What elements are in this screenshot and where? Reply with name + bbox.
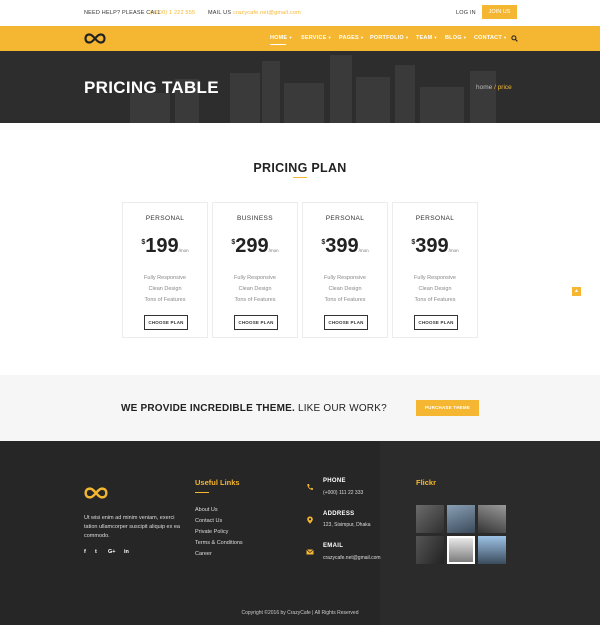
plan-price: $399/mon — [411, 235, 459, 257]
flickr-thumb[interactable] — [478, 536, 506, 564]
plan-feature: Fully Responsive — [414, 275, 456, 281]
plan-feature: Tons of Features — [324, 297, 366, 303]
flickr-thumb[interactable] — [478, 505, 506, 533]
login-link[interactable]: LOG IN — [456, 10, 476, 16]
nav-service[interactable]: SERVICE ▾ — [301, 35, 331, 41]
footer-link-career[interactable]: Career — [195, 551, 212, 557]
pricing-card: PERSONAL $199/mon Fully Responsive Clean… — [122, 202, 208, 338]
flickr-thumb[interactable] — [416, 505, 444, 533]
footer-link-terms[interactable]: Terms & Conditions — [195, 540, 243, 546]
breadcrumb: home / price — [476, 84, 512, 91]
plan-feature: Fully Responsive — [234, 275, 276, 281]
scroll-top-button[interactable]: ▲ — [572, 287, 581, 296]
breadcrumb-current: / price — [494, 84, 512, 91]
plan-name: BUSINESS — [236, 215, 274, 222]
top-bar: NEED HELP? PLEASE CALL (+000) 1 222 555 … — [0, 0, 600, 26]
plan-feature: Clean Design — [328, 286, 362, 292]
plan-price: $199/mon — [141, 235, 189, 257]
main-nav: HOME ▾ SERVICE ▾ PAGES ▾ PORTFOLIO ▾ TEAM ▾ B… — [0, 26, 600, 51]
plan-feature: Fully Responsive — [144, 275, 186, 281]
nav-home[interactable]: HOME ▾ — [270, 35, 292, 45]
address-label: ADDRESS — [323, 511, 355, 517]
plan-feature: Fully Responsive — [324, 275, 366, 281]
plan-feature: Clean Design — [148, 286, 182, 292]
chevron-down-icon: ▾ — [463, 35, 467, 40]
choose-plan-button[interactable]: CHOOSE PLAN — [144, 315, 188, 330]
choose-plan-button[interactable]: CHOOSE PLAN — [414, 315, 458, 330]
email-value[interactable]: crazycafe.net@gmail.com — [323, 555, 381, 561]
keyboard-background — [380, 441, 600, 625]
chevron-up-icon: ▲ — [574, 288, 579, 294]
phone-icon — [307, 484, 313, 490]
chevron-down-icon: ▾ — [503, 35, 507, 40]
search-icon[interactable] — [511, 35, 518, 42]
copyright: Copyright ©2016 by CrazyCafe | All Right… — [241, 610, 359, 616]
plan-feature: Tons of Features — [234, 297, 276, 303]
google-plus-icon[interactable]: G+ — [108, 549, 116, 555]
title-divider — [293, 177, 307, 178]
footer-link-privacy[interactable]: Private Policy — [195, 529, 228, 535]
chevron-down-icon: ▾ — [434, 35, 437, 40]
flickr-thumb[interactable] — [447, 505, 475, 533]
phone-value: (+000) 111 22 333 — [323, 490, 364, 496]
cta-banner: WE PROVIDE INCREDIBLE THEME. LIKE OUR WO… — [0, 375, 600, 441]
footer-link-contact[interactable]: Contact Us — [195, 518, 222, 524]
email-label: EMAIL — [323, 543, 344, 549]
facebook-icon[interactable]: f — [84, 549, 86, 555]
address-value: 123, Sisimpur, Dhaka — [323, 522, 371, 528]
twitter-icon[interactable]: t — [95, 549, 97, 555]
choose-plan-button[interactable]: CHOOSE PLAN — [234, 315, 278, 330]
page-hero: PRICING TABLE home / price — [0, 51, 600, 123]
page-title: PRICING TABLE — [84, 78, 219, 97]
chevron-down-icon: ▾ — [405, 35, 409, 40]
plan-name: PERSONAL — [145, 215, 185, 222]
footer-link-about[interactable]: About Us — [195, 507, 218, 513]
infinity-logo — [84, 487, 108, 499]
flickr-title: Flickr — [416, 478, 437, 487]
map-pin-icon — [307, 516, 313, 524]
choose-plan-button[interactable]: CHOOSE PLAN — [324, 315, 368, 330]
chevron-down-icon: ▾ — [289, 35, 292, 40]
footer: Ut wisi enim ad minim veniam, exerci tat… — [0, 441, 600, 625]
join-us-button[interactable]: JOIN US — [482, 5, 517, 19]
footer-about: Ut wisi enim ad minim veniam, exerci tat… — [84, 515, 180, 539]
nav-team[interactable]: TEAM ▾ — [416, 35, 437, 41]
mail-label: MAIL US — [208, 10, 232, 16]
useful-links-title: Useful Links — [195, 478, 240, 487]
breadcrumb-home[interactable]: home — [476, 84, 492, 91]
nav-blog[interactable]: BLOG ▾ — [445, 35, 466, 41]
envelope-icon — [306, 549, 314, 555]
help-phone[interactable]: (+000) 1 222 555 — [150, 10, 195, 16]
plan-name: PERSONAL — [415, 215, 455, 222]
pricing-title: PRICING PLAN — [253, 161, 347, 175]
plan-feature: Tons of Features — [144, 297, 186, 303]
nav-contact[interactable]: CONTACT ▾ — [474, 35, 506, 41]
pricing-card: PERSONAL $399/mon Fully Responsive Clean… — [302, 202, 388, 338]
chevron-down-icon: ▾ — [360, 35, 364, 40]
purchase-theme-button[interactable]: PURCHASE THEME — [416, 400, 479, 416]
plan-name: PERSONAL — [325, 215, 365, 222]
linkedin-icon[interactable]: in — [124, 549, 129, 555]
chevron-down-icon: ▾ — [328, 35, 331, 40]
flickr-thumb[interactable] — [416, 536, 444, 564]
flickr-thumb[interactable] — [447, 536, 475, 564]
links-divider — [195, 492, 209, 493]
infinity-logo[interactable] — [84, 33, 106, 44]
phone-label: PHONE — [323, 478, 346, 484]
plan-feature: Tons of Features — [414, 297, 456, 303]
cta-text: WE PROVIDE INCREDIBLE THEME. LIKE OUR WO… — [121, 403, 387, 414]
nav-pages[interactable]: PAGES ▾ — [339, 35, 363, 41]
plan-price: $399/mon — [321, 235, 369, 257]
mail-value[interactable]: crazycafe.net@gmail.com — [233, 10, 301, 16]
pricing-card: PERSONAL $399/mon Fully Responsive Clean… — [392, 202, 478, 338]
plan-feature: Clean Design — [238, 286, 272, 292]
plan-feature: Clean Design — [418, 286, 452, 292]
pricing-card: BUSINESS $299/mon Fully Responsive Clean… — [212, 202, 298, 338]
nav-portfolio[interactable]: PORTFOLIO ▾ — [370, 35, 408, 41]
plan-price: $299/mon — [231, 235, 279, 257]
